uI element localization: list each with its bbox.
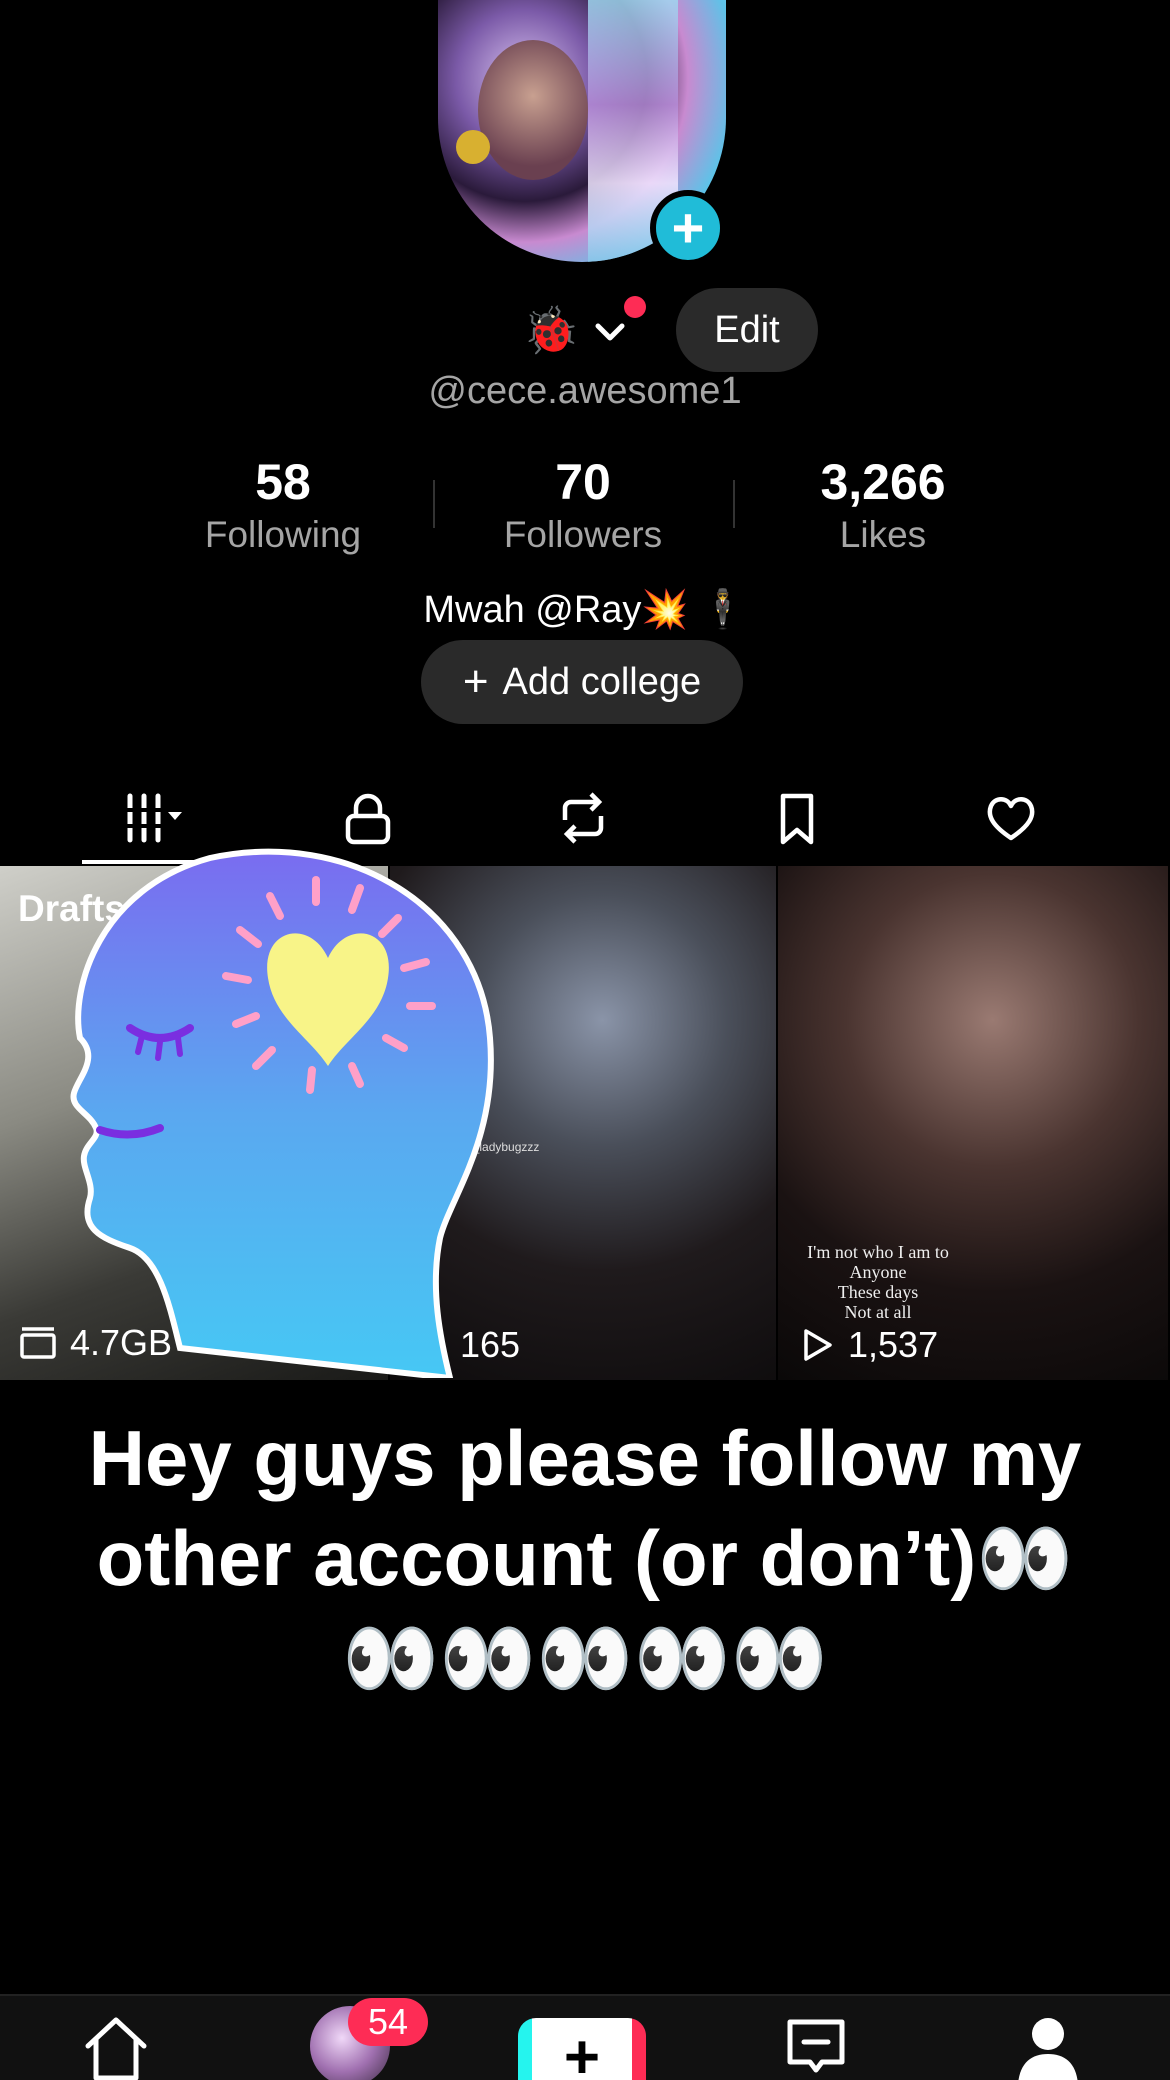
- add-college-label: Add college: [502, 660, 702, 703]
- storage-icon: [20, 1327, 56, 1359]
- tab-liked[interactable]: [894, 770, 1128, 866]
- video-tile[interactable]: I'm not who I am to Anyone These days No…: [778, 866, 1168, 1380]
- video-caption-line: These days: [837, 1282, 919, 1302]
- bookmark-icon: [780, 793, 814, 845]
- plus-icon: +: [671, 196, 705, 259]
- tab-reposts[interactable]: [466, 770, 700, 866]
- avatar-badge: [456, 130, 490, 164]
- video-caption-line: Not at all: [844, 1302, 912, 1322]
- username: @cece.awesome1: [428, 370, 742, 412]
- profile-bio: Mwah @Ray💥 🕴: [423, 589, 747, 631]
- stat-followers[interactable]: 70 Followers: [433, 452, 733, 558]
- stat-likes[interactable]: 3,266 Likes: [733, 452, 1033, 558]
- video-caption-line: I'm not who I am to: [807, 1242, 949, 1262]
- notification-dot: [624, 296, 646, 318]
- add-avatar-button[interactable]: +: [650, 190, 726, 266]
- repost-icon: [562, 792, 604, 844]
- tab-saved[interactable]: [680, 770, 914, 866]
- plus-icon: +: [462, 657, 489, 706]
- inbox-icon: [787, 2019, 845, 2073]
- nav-profile[interactable]: [1012, 2012, 1084, 2080]
- profile-name-emoji: 🐞: [522, 303, 580, 357]
- nav-home[interactable]: [80, 2012, 152, 2080]
- stat-label: Followers: [503, 514, 663, 555]
- create-plus-icon: +: [532, 2018, 632, 2080]
- profile-icon: [1018, 2018, 1078, 2080]
- chevron-down-icon[interactable]: [590, 312, 630, 352]
- heart-icon: [987, 797, 1035, 841]
- overlay-caption: Hey guys please follow my other account …: [88, 1414, 1082, 1702]
- stat-following[interactable]: 58 Following: [133, 452, 433, 558]
- play-icon: [804, 1329, 832, 1361]
- edit-profile-button[interactable]: Edit: [676, 288, 818, 372]
- stat-label: Likes: [839, 514, 927, 555]
- mindful-heart-sticker: [70, 848, 494, 1378]
- video-caption-line: Anyone: [849, 1262, 907, 1282]
- stat-value: 58: [255, 454, 311, 510]
- stat-label: Following: [204, 514, 362, 555]
- nav-inbox[interactable]: [780, 2012, 852, 2080]
- add-college-button[interactable]: + Add college: [421, 640, 743, 724]
- stat-value: 70: [555, 454, 611, 510]
- avatar-face: [478, 40, 588, 180]
- home-icon: [85, 2017, 147, 2080]
- stat-value: 3,266: [820, 454, 946, 510]
- video-caption: I'm not who I am to Anyone These days No…: [778, 1242, 978, 1322]
- video-views-value: 1,537: [848, 1324, 939, 1365]
- video-views: 1,537: [796, 1324, 938, 1366]
- inbox-badge: 54: [348, 1998, 428, 2046]
